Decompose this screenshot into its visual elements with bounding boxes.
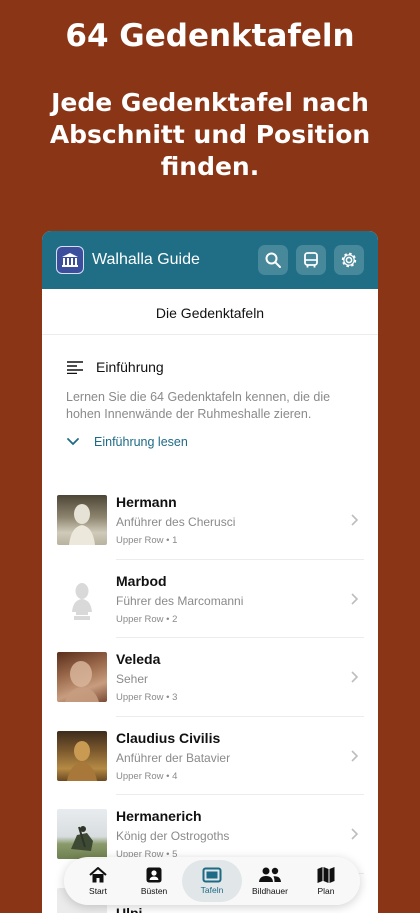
tablet-name: Marbod: [116, 572, 167, 589]
walhalla-logo-icon: [56, 246, 84, 274]
app-screen: Walhalla Guide Die Gedenktafeln Einführu…: [42, 231, 378, 913]
tablet-icon: [202, 867, 222, 883]
tab-label: Tafeln: [200, 885, 224, 895]
bus-button[interactable]: [296, 245, 326, 275]
settings-button[interactable]: [334, 245, 364, 275]
tablet-name: Hermann: [116, 494, 177, 511]
bust-placeholder-icon: [57, 573, 107, 624]
intro-heading: Einführung: [96, 359, 164, 375]
people-icon: [258, 867, 281, 882]
tab-tafeln[interactable]: Tafeln: [182, 860, 242, 902]
tablet-name: Ulpi: [116, 904, 143, 913]
tab-bildhauer[interactable]: Bildhauer: [242, 860, 298, 902]
tablet-position: Upper Row • 2: [116, 613, 178, 625]
list-item[interactable]: Marbod Führer des Marcomanni Upper Row •…: [42, 560, 378, 639]
intro-text: Lernen Sie die 64 Gedenktafeln kennen, d…: [66, 390, 331, 421]
app-title: Walhalla Guide: [92, 251, 200, 268]
chevron-right-icon: [351, 750, 359, 762]
page-title: Die Gedenktafeln: [42, 289, 378, 335]
tab-label: Büsten: [140, 886, 168, 896]
tab-start[interactable]: Start: [70, 860, 126, 902]
search-button[interactable]: [258, 245, 288, 275]
map-icon: [317, 867, 335, 883]
tab-plan[interactable]: Plan: [298, 860, 354, 902]
list-item[interactable]: Hermann Anführer des Cherusci Upper Row …: [42, 481, 378, 560]
tablet-position: Upper Row • 4: [116, 770, 178, 782]
tab-label: Start: [89, 886, 107, 896]
tablet-name: Hermanerich: [116, 808, 202, 825]
bus-icon: [304, 252, 318, 268]
tablet-desc: Führer des Marcomanni: [116, 593, 244, 608]
tablet-desc: Anführer des Cherusci: [116, 515, 236, 530]
chevron-right-icon: [351, 671, 359, 683]
chevron-right-icon: [351, 828, 359, 840]
bust-thumbnail: [57, 652, 107, 703]
bust-thumbnail: [57, 809, 107, 860]
tablet-desc: König der Ostrogoths: [116, 829, 230, 844]
chevron-down-icon: [67, 438, 79, 446]
bust-thumbnail: [57, 495, 107, 546]
intro-read-link[interactable]: Einführung lesen: [66, 435, 354, 449]
tablet-desc: Seher: [116, 672, 149, 687]
tab-buesten[interactable]: Büsten: [126, 860, 182, 902]
intro-section: Einführung Lernen Sie die 64 Gedenktafel…: [42, 335, 378, 461]
intro-link-label: Einführung lesen: [94, 435, 188, 449]
tab-label: Plan: [317, 886, 335, 896]
list-item[interactable]: Veleda Seher Upper Row • 3: [42, 638, 378, 717]
home-icon: [89, 867, 107, 883]
promo-title: 64 Gedenktafeln: [65, 18, 355, 54]
list-item[interactable]: Claudius Civilis Anführer der Batavier U…: [42, 717, 378, 796]
tablet-desc: Anführer der Batavier: [116, 750, 231, 765]
settings-icon: [341, 252, 357, 268]
chevron-right-icon: [351, 593, 359, 605]
bust-icon: [146, 867, 162, 883]
chevron-right-icon: [351, 514, 359, 526]
tab-label: Bildhauer: [252, 886, 288, 896]
tablet-position: Upper Row • 1: [116, 535, 178, 547]
search-icon: [265, 252, 281, 268]
tablet-list: Hermann Anführer des Cherusci Upper Row …: [42, 481, 378, 913]
bust-thumbnail: [57, 730, 107, 781]
app-bar: Walhalla Guide: [42, 231, 378, 289]
tab-bar: Start Büsten Tafeln Bildhauer Plan: [64, 857, 360, 905]
tablet-name: Veleda: [116, 651, 161, 668]
text-lines-icon: [67, 361, 83, 374]
promo-subtitle: Jede Gedenktafel nach Abschnitt und Posi…: [49, 88, 371, 181]
tablet-position: Upper Row • 3: [116, 692, 178, 704]
tablet-name: Claudius Civilis: [116, 729, 221, 746]
